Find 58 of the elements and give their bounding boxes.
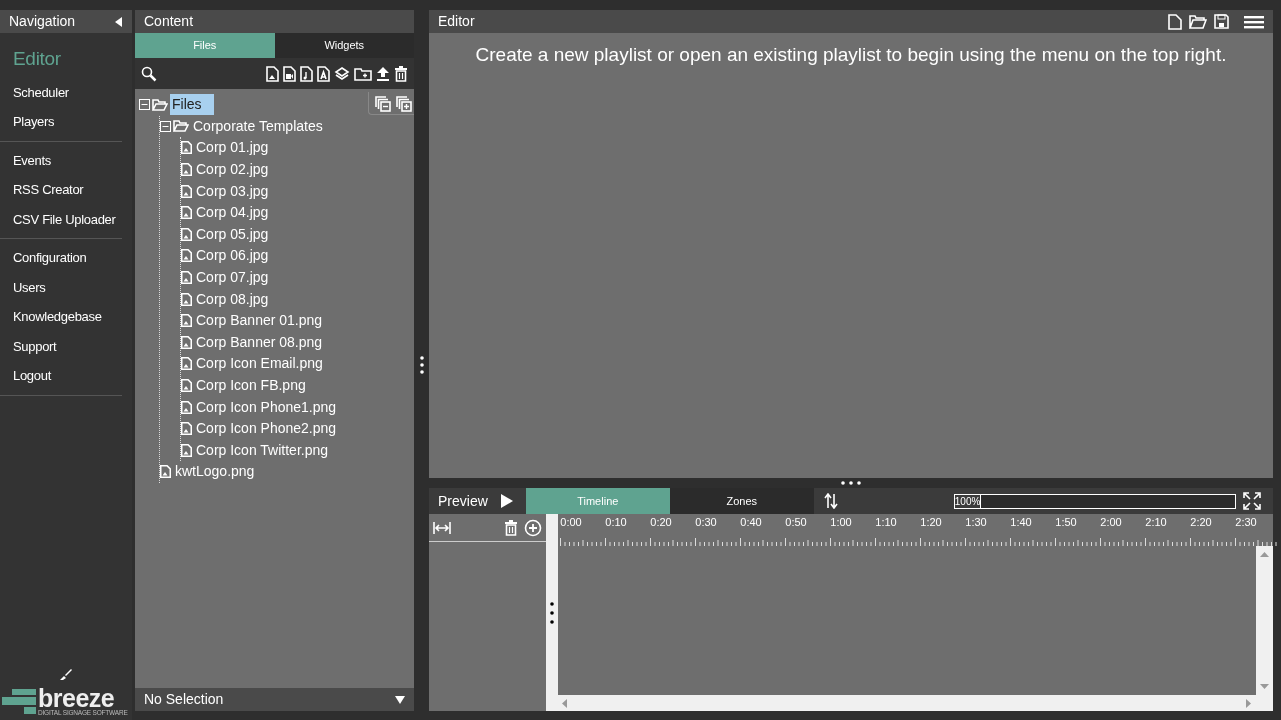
tree-item[interactable]: Corp Banner 08.png [194,331,325,353]
time-label: 2:30 [1235,515,1257,530]
logo-text: breeze [38,686,115,709]
tree-item[interactable]: kwtLogo.png [173,461,257,483]
tab[interactable]: Timeline [525,488,670,514]
time-label: 0:30 [695,515,717,530]
time-label: 2:10 [1145,515,1167,530]
time-label: 2:00 [1100,515,1122,530]
panel-title: Content [144,12,194,31]
time-label: 1:40 [1010,515,1032,530]
nav-item[interactable]: Logout [0,361,122,391]
zoom-slider[interactable]: 100% [953,493,1236,509]
time-label: 1:10 [875,515,897,530]
time-label: 0:20 [650,515,672,530]
tree-item[interactable]: Corp 02.jpg [194,159,271,181]
panel-title: Navigation [9,12,76,31]
panel-title: Preview [437,491,489,511]
nav-item[interactable]: Players [0,107,122,137]
time-label: 1:30 [965,515,987,530]
nav-item[interactable]: Support [0,331,122,361]
nav-item[interactable]: CSV File Uploader [0,204,122,234]
tree-item[interactable]: Corp Icon FB.png [194,375,308,396]
tree-item[interactable]: Corp 04.jpg [194,202,271,224]
time-label: 0:50 [785,515,807,530]
nav-item[interactable]: Users [0,272,122,302]
time-label: 1:00 [830,515,852,530]
tree-item[interactable]: Files [170,94,214,116]
tree-item[interactable]: Corp 06.jpg [194,245,271,267]
slider-thumb[interactable]: 100% [953,493,981,509]
tree-item[interactable]: Corporate Templates [191,115,325,137]
time-label: 1:50 [1055,515,1077,530]
nav-item[interactable]: Editor [0,37,122,78]
tree-item[interactable]: Corp Icon Phone2.png [194,418,339,440]
editor-message: Create a new playlist or open an existing playlist to begin using the menu on the top right. [474,43,1228,67]
time-label: 0:00 [560,515,582,530]
time-label: 2:20 [1190,515,1212,530]
tree-item[interactable]: Corp Icon Phone1.png [194,396,339,418]
tree-item[interactable]: Corp 05.jpg [194,223,271,245]
tree-item[interactable]: Corp 03.jpg [194,180,271,202]
nav-item[interactable]: Scheduler [0,77,122,107]
tree-item[interactable]: Corp Icon Twitter.png [194,439,331,461]
tree-item[interactable]: Corp Banner 01.png [194,310,325,332]
nav-item[interactable]: Configuration [0,243,122,273]
nav-item[interactable]: Knowledgebase [0,302,122,332]
tree-item[interactable]: Corp 08.jpg [194,288,271,310]
tree-item[interactable]: Corp 01.jpg [194,137,271,159]
tree-item[interactable]: Corp Icon Email.png [194,353,325,375]
panel-title: Editor [438,12,476,31]
time-label: 0:40 [740,515,762,530]
selection-label: No Selection [144,690,224,709]
tree-item[interactable]: Corp 07.jpg [194,267,271,289]
tab[interactable]: Files [135,33,275,58]
tab[interactable]: Zones [669,488,814,514]
time-label: 1:20 [920,515,942,530]
nav-item[interactable]: Events [0,145,122,175]
tab[interactable]: Widgets [274,33,414,58]
nav-item[interactable]: RSS Creator [0,175,122,205]
time-label: 0:10 [605,515,627,530]
